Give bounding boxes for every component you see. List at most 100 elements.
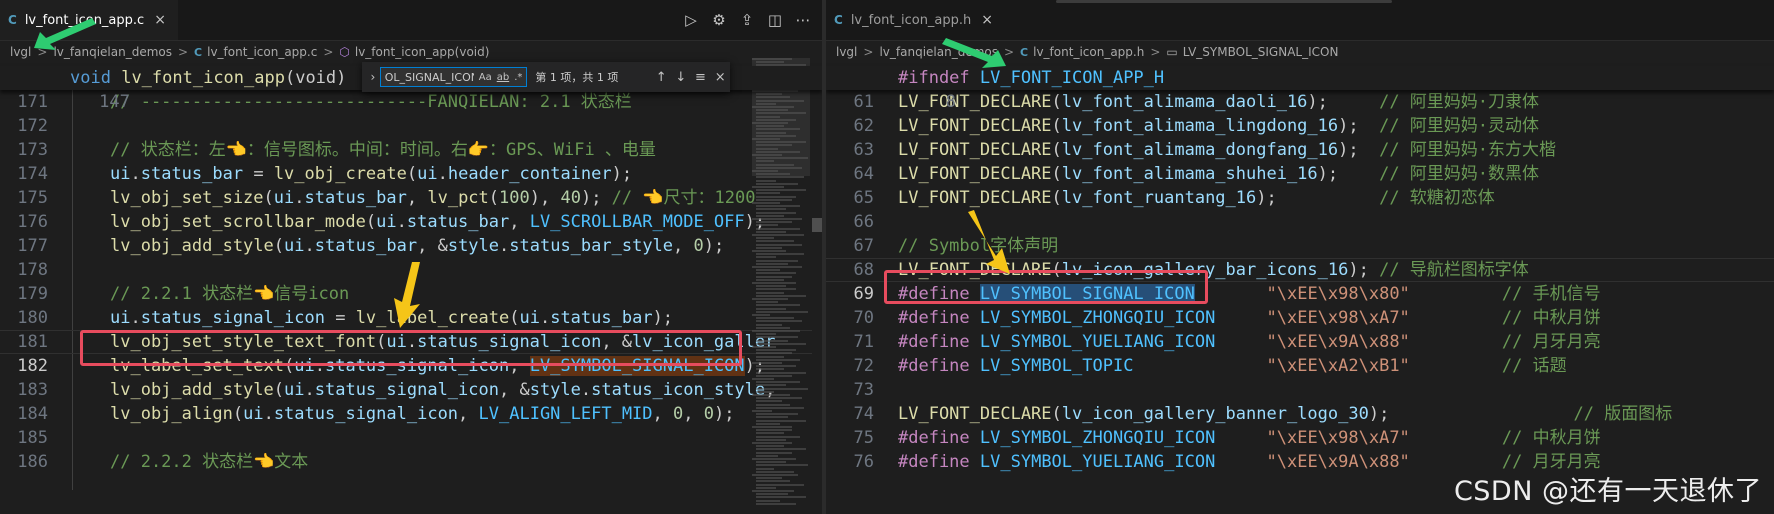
line-number[interactable]: 185 [0,426,48,450]
line-number[interactable]: 73 [826,378,874,402]
function-cube-icon: ⬡ [339,45,350,59]
minimap-line [756,390,774,393]
next-match-icon[interactable]: ↓ [671,70,691,85]
function-name: lv_label_create [355,308,510,328]
line-number[interactable]: 176 [0,210,48,234]
line-number[interactable]: 70 [826,306,874,330]
function-name: lv_obj_create [273,164,407,184]
code-line: 176 lv_obj_set_scrollbar_mode(ui.status_b… [0,210,765,234]
line-number[interactable]: 177 [0,234,48,258]
vertical-scrollbar[interactable] [812,58,822,514]
minimap[interactable] [752,58,810,514]
minimap-line [756,387,808,390]
preprocessor: #define [898,332,970,352]
find-input-value: OL_SIGNAL_ICON [384,70,474,84]
function-name: lv_obj_add_style [110,236,274,256]
regex-icon[interactable]: .* [514,72,522,83]
identifier: status_icon_style [591,380,766,400]
code-line: 70 #define LV_SYMBOL_ZHONGQIU_ICON "\xEE\… [826,306,1601,330]
breadcrumb-item[interactable]: LV_SYMBOL_SIGNAL_ICON [1183,45,1339,59]
identifier: lv_font_alimama_lingdong_16 [1061,116,1339,136]
minimap-line [752,410,772,412]
breadcrumb-item[interactable]: lvgl [10,45,31,59]
line-number[interactable]: 181 [0,330,48,354]
run-icon[interactable]: ▷ [682,11,700,29]
minimap-line [756,285,786,288]
chevron-right-icon: > [863,45,874,59]
minimap-line [752,122,788,124]
line-number[interactable]: 74 [826,402,874,426]
chevron-right-icon[interactable]: › [366,70,380,84]
minimap-line [756,160,774,163]
line-number[interactable]: 184 [0,402,48,426]
line-number[interactable]: 183 [0,378,48,402]
line-number[interactable]: 179 [0,282,48,306]
line-number[interactable]: 175 [0,186,48,210]
open-changes-icon[interactable]: ⇪ [738,11,756,29]
identifier: status_bar_style [509,236,674,256]
function-name: LV_FONT_DECLARE [898,404,1052,424]
line-text: void lv_font_icon_app(void) [70,66,346,90]
minimap-line [752,362,782,364]
code-line: 73 [826,378,874,402]
breadcrumb-item[interactable]: lv_font_icon_app.h [1033,45,1144,59]
line-number[interactable]: 64 [826,162,874,186]
function-name: lv_obj_align [110,404,233,424]
close-icon[interactable]: × [154,12,166,28]
line-number[interactable]: 180 [0,306,48,330]
scrollbar-thumb[interactable] [812,218,822,232]
code-line: 147 void lv_font_icon_app(void) [0,66,346,112]
minimap-line [756,96,790,99]
line-number[interactable]: 186 [0,450,48,474]
gear-icon[interactable]: ⚙ [710,11,728,29]
title-bar-strip [1056,0,1392,3]
minimap-line [756,112,806,115]
match-case-icon[interactable]: Aa [479,72,492,83]
match-whole-word-icon[interactable]: ab [497,72,509,83]
chevron-right-icon: > [1150,45,1161,59]
minimap-line [756,384,786,387]
line-number[interactable]: 76 [826,450,874,474]
line-number[interactable]: 66 [826,210,874,234]
line-number[interactable]: 174 [0,162,48,186]
breadcrumb-item[interactable]: lv_font_icon_app.c [207,45,317,59]
comment: // ----------------------------FANQIELAN… [110,92,632,112]
breadcrumb-item[interactable]: lv_font_icon_app(void) [355,45,490,59]
params: (void) [284,68,347,88]
macro-name: LV_SCROLLBAR_MODE_OFF [529,212,745,232]
string: "\xEE\xA2\xB1" [1266,356,1410,376]
line-number[interactable]: 69 [826,282,874,306]
line-number[interactable]: 68 [826,258,874,282]
string: "\xEE\x98\x80" [1266,284,1410,304]
line-number[interactable]: 65 [826,186,874,210]
line-number[interactable]: 71 [826,330,874,354]
minimap-line [756,397,802,400]
split-editor-icon[interactable]: ◫ [766,11,784,29]
minimap-line [756,61,784,64]
minimap-line [756,365,796,368]
line-number[interactable]: 72 [826,354,874,378]
close-icon[interactable]: × [981,12,993,28]
number: 100 [499,188,530,208]
line-number[interactable]: 182 [0,354,48,378]
find-input[interactable]: OL_SIGNAL_ICON Aa ab .* [379,67,528,87]
minimap-line [752,490,794,492]
line-number[interactable]: 67 [826,234,874,258]
minimap-line [756,224,778,227]
macro-name: LV_SYMBOL_ZHONGQIU_ICON [979,428,1216,448]
find-in-selection-icon[interactable]: ≡ [691,70,711,85]
previous-match-icon[interactable]: ↑ [651,70,671,85]
minimap-line [756,230,786,233]
minimap-line [752,186,784,188]
close-icon[interactable]: × [710,70,730,85]
line-number[interactable]: 75 [826,426,874,450]
minimap-line [756,493,788,496]
preprocessor: #define [898,452,970,472]
keyword: void [70,68,111,88]
line-number[interactable]: 178 [0,258,48,282]
more-icon[interactable]: ⋯ [794,11,812,29]
code-line: 74 LV_FONT_DECLARE(lv_icon_gallery_banner… [826,402,1673,426]
breadcrumb-item[interactable]: lvgl [836,45,857,59]
minimap-line [756,125,784,128]
minimap-line [752,474,798,476]
